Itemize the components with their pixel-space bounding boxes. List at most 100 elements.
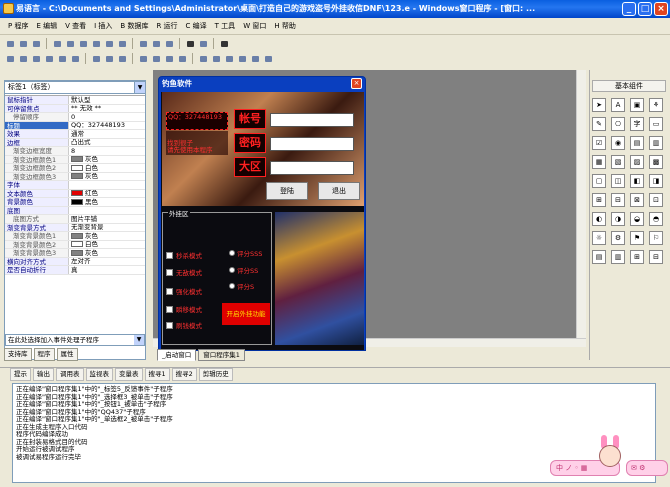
checkbox-enhance[interactable]: 强化模式: [166, 286, 202, 296]
find-icon[interactable]: [116, 38, 128, 49]
palette-component-icon[interactable]: ➤: [592, 98, 606, 112]
palette-component-icon[interactable]: ⊞: [630, 250, 644, 264]
property-row[interactable]: 渐变边框颜色2 白色: [5, 164, 145, 173]
menu-edit[interactable]: E 编辑: [32, 21, 61, 31]
region-input[interactable]: [270, 161, 354, 175]
property-row[interactable]: 渐变背景颜色2 白色: [5, 240, 145, 249]
same-size-icon[interactable]: [116, 53, 128, 64]
palette-component-icon[interactable]: A: [611, 98, 625, 112]
align-center-icon[interactable]: [17, 53, 29, 64]
palette-component-icon[interactable]: ◐: [592, 212, 606, 226]
palette-component-icon[interactable]: ▤: [592, 250, 606, 264]
palette-component-icon[interactable]: ▥: [611, 250, 625, 264]
maximize-button[interactable]: □: [638, 2, 652, 16]
property-row[interactable]: 文本颜色 红色: [5, 189, 145, 198]
property-value[interactable]: 白色: [69, 164, 145, 172]
checkbox-invincible[interactable]: 无敌模式: [166, 267, 202, 277]
menu-editor-icon[interactable]: [262, 53, 274, 64]
ime-toolbar-extra[interactable]: ✉ ⚙: [626, 460, 668, 476]
account-input[interactable]: [270, 113, 354, 127]
redo-icon[interactable]: [103, 38, 115, 49]
binoculars-icon[interactable]: [218, 38, 230, 49]
component-selector[interactable]: 标签1（标签） ▼: [4, 81, 146, 94]
chevron-down-icon[interactable]: ▼: [134, 82, 145, 93]
chevron-down-icon[interactable]: ▼: [134, 335, 144, 345]
palette-component-icon[interactable]: ⚑: [630, 231, 644, 245]
menu-window[interactable]: W 窗口: [239, 21, 270, 31]
property-value[interactable]: [69, 181, 145, 189]
menu-help[interactable]: H 帮助: [270, 21, 300, 31]
palette-component-icon[interactable]: ⊟: [611, 193, 625, 207]
checkbox-money[interactable]: 刷钱模式: [166, 320, 202, 330]
send-back-icon[interactable]: [210, 53, 222, 64]
property-row[interactable]: 渐变边框颜色3 灰色: [5, 172, 145, 181]
property-value[interactable]: 8: [69, 147, 145, 155]
palette-component-icon[interactable]: ◨: [649, 174, 663, 188]
tab-call-table[interactable]: 调用表: [56, 368, 84, 381]
palette-component-icon[interactable]: ▣: [630, 98, 644, 112]
undo-icon[interactable]: [90, 38, 102, 49]
tab-watch[interactable]: 监视表: [85, 368, 113, 381]
property-value[interactable]: 0: [69, 113, 145, 121]
center-v-icon[interactable]: [176, 53, 188, 64]
property-row[interactable]: 停留顺序 0: [5, 113, 145, 122]
center-h-icon[interactable]: [163, 53, 175, 64]
align-right-icon[interactable]: [30, 53, 42, 64]
property-value[interactable]: QQ：327448193: [69, 122, 145, 130]
menu-program[interactable]: P 程序: [4, 21, 32, 31]
menu-insert[interactable]: I 插入: [90, 21, 116, 31]
close-button[interactable]: ×: [654, 2, 668, 16]
tab-search1[interactable]: 搜寻1: [144, 368, 170, 381]
desc-label[interactable]: 找到很子 请先使用本程序: [166, 131, 228, 155]
property-row[interactable]: 标题 QQ：327448193: [5, 121, 145, 130]
property-value[interactable]: 白色: [69, 241, 145, 248]
radio-score-sss[interactable]: 评分SSS: [229, 248, 262, 258]
palette-component-icon[interactable]: ⚙: [611, 231, 625, 245]
event-selector[interactable]: 在此处选择加入事件处理子程序 ▼: [5, 334, 145, 346]
property-row[interactable]: 可停留焦点 ** 无效 **: [5, 104, 145, 113]
checkbox-teleport[interactable]: 瞬移模式: [166, 304, 202, 314]
password-input[interactable]: [270, 137, 354, 151]
tab-search2[interactable]: 搜寻2: [171, 368, 197, 381]
palette-component-icon[interactable]: ✎: [592, 117, 606, 131]
radio-score-s[interactable]: 评分S: [229, 281, 254, 291]
minimize-button[interactable]: _: [622, 2, 636, 16]
property-value[interactable]: 红色: [69, 190, 145, 197]
hspace-icon[interactable]: [137, 53, 149, 64]
property-row[interactable]: 渐变边框宽度 8: [5, 147, 145, 156]
property-row[interactable]: 字体: [5, 181, 145, 190]
tab-hint[interactable]: 提示: [10, 368, 31, 381]
same-width-icon[interactable]: [90, 53, 102, 64]
tab-window-assembly[interactable]: 窗口程序集1: [198, 349, 245, 361]
qq-label[interactable]: QQ：327448193: [166, 112, 228, 130]
property-row[interactable]: 边框 凸出式: [5, 138, 145, 147]
new-icon[interactable]: [4, 38, 16, 49]
property-value[interactable]: 图片平铺: [69, 215, 145, 223]
property-value[interactable]: 灰色: [69, 156, 145, 163]
property-value[interactable]: 左对齐: [69, 258, 145, 266]
login-button[interactable]: 登陆: [266, 182, 308, 200]
palette-component-icon[interactable]: ◉: [611, 136, 625, 150]
tab-startup-window[interactable]: _启动窗口: [157, 349, 197, 361]
palette-component-icon[interactable]: ▢: [592, 174, 606, 188]
menu-compile[interactable]: C 编译: [182, 21, 211, 31]
tab-clip-history[interactable]: 剪辑历史: [198, 368, 233, 381]
palette-component-icon[interactable]: ⊞: [592, 193, 606, 207]
bring-front-icon[interactable]: [197, 53, 209, 64]
menu-view[interactable]: V 查看: [61, 21, 90, 31]
property-row[interactable]: 底图: [5, 206, 145, 215]
palette-component-icon[interactable]: ⎔: [611, 117, 625, 131]
property-row[interactable]: 渐变背景方式 无渐变背景: [5, 223, 145, 232]
align-bottom-icon[interactable]: [69, 53, 81, 64]
window-split-icon[interactable]: [150, 38, 162, 49]
property-row[interactable]: 效果 通常: [5, 130, 145, 139]
property-row[interactable]: 渐变边框颜色1 灰色: [5, 155, 145, 164]
menu-run[interactable]: R 运行: [152, 21, 181, 31]
palette-component-icon[interactable]: ▩: [649, 155, 663, 169]
tab-output[interactable]: 输出: [33, 368, 54, 381]
property-value[interactable]: ** 无效 **: [69, 105, 145, 113]
palette-component-icon[interactable]: 字: [630, 117, 644, 131]
palette-component-icon[interactable]: ▤: [630, 136, 644, 150]
window-layout-icon[interactable]: [137, 38, 149, 49]
palette-component-icon[interactable]: ◑: [611, 212, 625, 226]
